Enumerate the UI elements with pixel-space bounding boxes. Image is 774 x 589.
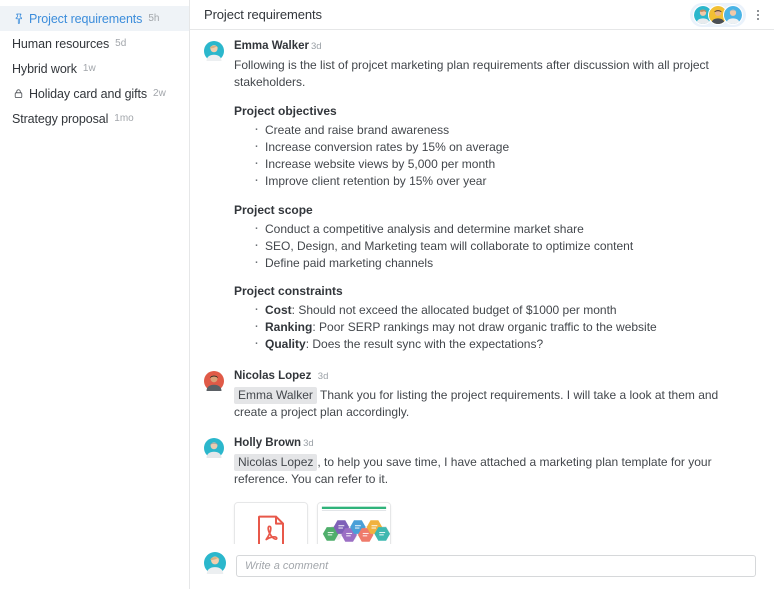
section-title-project-objectives: Project objectives (234, 104, 337, 118)
bullet-list-project-constraints: Cost: Should not exceed the allocated bu… (234, 301, 754, 353)
sidebar-item-label: Hybrid work (12, 61, 77, 76)
message-time: 3d (311, 41, 322, 52)
list-item-label: Ranking (265, 320, 313, 334)
thread-header: Project requirements (190, 0, 774, 30)
message-author: Emma Walker (234, 40, 309, 52)
list-item-text: Define paid marketing channels (265, 255, 434, 270)
conversation-sidebar: Project requirements 5h Human resources … (0, 0, 190, 589)
kebab-menu-icon[interactable] (750, 5, 766, 25)
avatar[interactable] (204, 38, 224, 355)
list-item: Improve client retention by 15% over yea… (254, 172, 754, 190)
message-header: Emma Walker 3d (234, 38, 754, 54)
list-item: Cost: Should not exceed the allocated bu… (254, 301, 754, 319)
message-body: Emma Walker 3d Following is the list of p… (234, 38, 754, 355)
sidebar-item-label: Project requirements (29, 11, 143, 26)
list-item-label: Quality (265, 337, 306, 351)
page-title: Project requirements (204, 7, 322, 22)
main-panel: Project requirements Emma Walker 3d Foll… (190, 0, 774, 589)
sidebar-item-label: Strategy proposal (12, 111, 109, 126)
list-item: Ranking: Poor SERP rankings may not draw… (254, 318, 754, 336)
message-text: Emma Walker Thank you for listing the pr… (234, 386, 754, 421)
message-body: Nicolas Lopez 3d Emma Walker Thank you f… (234, 368, 754, 423)
mention-chip[interactable]: Emma Walker (234, 386, 317, 404)
message-time: 3d (303, 437, 314, 449)
sidebar-item-time: 1w (82, 63, 96, 74)
sidebar-item-holiday-card-and-gifts[interactable]: Holiday card and gifts 2w (0, 81, 189, 106)
mention-chip[interactable]: Nicolas Lopez (234, 453, 318, 471)
app-root: Project requirements 5h Human resources … (0, 0, 774, 589)
list-item-text: Increase conversion rates by 15% on aver… (265, 140, 510, 154)
attachment-list: Marketing-plan... Proof this file2h (234, 501, 754, 544)
sidebar-item-time: 5h (148, 13, 160, 24)
message-intro-text: Following is the list of projcet marketi… (234, 58, 709, 89)
list-item-text: Create and raise brand awareness (265, 123, 450, 137)
bullet-list-project-scope: Conduct a competitive analysis and deter… (234, 220, 754, 272)
list-item-text: : Does the result sync with the expectat… (305, 337, 544, 351)
list-item-text: Improve client retention by 15% over yea… (265, 174, 487, 188)
avatar[interactable] (204, 368, 224, 423)
attachment-card-marketing-strategy[interactable]: Marketing-stra... Proof this file2h (317, 501, 391, 544)
message-time: 3d (317, 370, 329, 382)
sidebar-item-project-requirements[interactable]: Project requirements 5h (0, 6, 189, 31)
header-actions (690, 2, 766, 27)
sidebar-item-hybrid-work[interactable]: Hybrid work 1w (0, 56, 189, 81)
message-header: Holly Brown 3d (234, 435, 754, 451)
attachment-card-marketing-plan[interactable]: Marketing-plan... Proof this file2h (234, 501, 308, 544)
message-post: Holly Brown 3d Nicolas Lopez, to help you… (204, 435, 754, 545)
sidebar-item-time: 1mo (114, 113, 134, 124)
message-author: Nicolas Lopez (234, 369, 312, 382)
list-item: Quality: Does the result sync with the e… (254, 335, 754, 353)
sidebar-item-human-resources[interactable]: Human resources 5d (0, 31, 189, 56)
sidebar-item-label: Human resources (12, 36, 110, 51)
participant-avatar-stack[interactable] (690, 2, 746, 27)
comment-input[interactable] (236, 554, 756, 577)
message-text: Nicolas Lopez, to help you save time, I … (234, 453, 754, 488)
lock-icon (12, 87, 25, 100)
comment-composer (190, 544, 774, 589)
sidebar-item-label: Holiday card and gifts (29, 86, 148, 101)
list-item-text: : Poor SERP rankings may not draw organi… (312, 320, 657, 334)
list-item: SEO, Design, and Marketing team will col… (254, 237, 754, 255)
hexagon-infographic (318, 502, 390, 544)
list-item-text: Conduct a competitive analysis and deter… (265, 221, 584, 236)
avatar[interactable] (204, 435, 224, 545)
list-item: Increase website views by 5,000 per mont… (254, 155, 754, 173)
section-title-project-constraints: Project constraints (234, 284, 343, 298)
message-post: Emma Walker 3d Following is the list of p… (204, 38, 754, 355)
list-item-label: Cost (265, 303, 292, 317)
message-body: Holly Brown 3d Nicolas Lopez, to help you… (234, 435, 754, 544)
pdf-file-icon (235, 502, 307, 544)
sidebar-item-time: 5d (115, 38, 127, 49)
list-item-text: Increase website views by 5,000 per mont… (265, 157, 496, 171)
message-post: Nicolas Lopez 3d Emma Walker Thank you f… (204, 368, 754, 423)
message-author: Holly Brown (234, 436, 302, 449)
message-thread: Emma Walker 3d Following is the list of p… (190, 30, 774, 544)
section-title-project-scope: Project scope (234, 202, 313, 217)
sidebar-item-time: 2w (153, 88, 166, 99)
avatar[interactable] (204, 552, 226, 579)
list-item: Define paid marketing channels (254, 254, 754, 272)
list-item-text: : Should not exceed the allocated budget… (291, 303, 617, 317)
avatar[interactable] (723, 4, 743, 25)
list-item: Conduct a competitive analysis and deter… (254, 220, 754, 238)
pin-icon (12, 12, 25, 25)
list-item-text: SEO, Design, and Marketing team will col… (265, 238, 634, 253)
bullet-list-project-objectives: Create and raise brand awareness Increas… (234, 121, 754, 190)
list-item: Increase conversion rates by 15% on aver… (254, 138, 754, 156)
message-header: Nicolas Lopez 3d (234, 368, 754, 384)
list-item: Create and raise brand awareness (254, 121, 754, 139)
sidebar-item-strategy-proposal[interactable]: Strategy proposal 1mo (0, 106, 189, 131)
